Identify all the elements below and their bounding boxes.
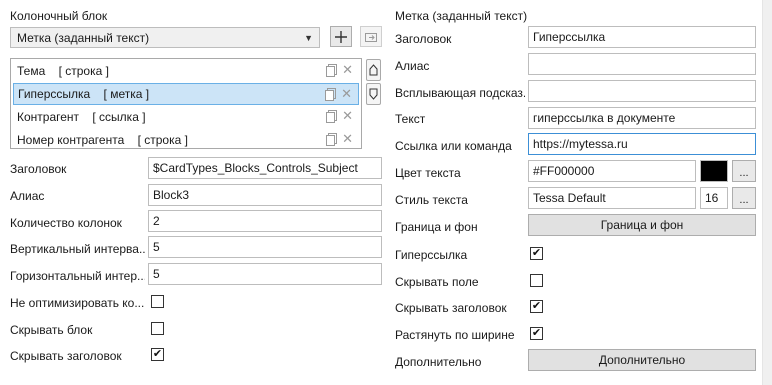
- ellipsis-icon: ...: [739, 167, 749, 179]
- list-item[interactable]: Тема [ строка ] ✕: [13, 60, 359, 82]
- alias-field[interactable]: Block3: [148, 184, 382, 206]
- color-picker-button[interactable]: ...: [732, 160, 756, 182]
- list-item[interactable]: Номер контрагента [ строка ] ✕: [13, 129, 359, 151]
- stretch-label: Растянуть по ширине: [395, 328, 515, 342]
- extra-label: Дополнительно: [395, 355, 482, 369]
- columns-label: Количество колонок: [10, 216, 122, 230]
- style-picker-button[interactable]: ...: [732, 187, 756, 209]
- hyperlink-checkbox[interactable]: ✔: [530, 247, 543, 260]
- move-up-button[interactable]: [366, 59, 381, 81]
- vspacing-field[interactable]: 5: [148, 236, 382, 258]
- list-item-label: Контрагент [ ссылка ]: [17, 110, 146, 124]
- color-field[interactable]: #FF000000: [528, 160, 696, 182]
- list-item-selected[interactable]: Гиперссылка [ метка ] ✕: [13, 83, 359, 105]
- extra-button[interactable]: Дополнительно: [528, 349, 756, 371]
- left-section-title: Колоночный блок: [10, 9, 108, 23]
- tooltip-field[interactable]: [528, 80, 756, 102]
- nooptimize-checkbox[interactable]: [151, 295, 164, 308]
- font-size-field[interactable]: 16: [700, 187, 728, 209]
- text-field[interactable]: гиперссылка в документе: [528, 107, 756, 129]
- hidefield-checkbox[interactable]: [530, 274, 543, 287]
- close-icon[interactable]: ✕: [342, 109, 353, 122]
- style-field[interactable]: Tessa Default: [528, 187, 696, 209]
- checkmark-icon: ✔: [531, 247, 542, 259]
- border-background-button[interactable]: Граница и фон: [528, 214, 756, 236]
- copy-icon[interactable]: [326, 110, 338, 123]
- close-icon[interactable]: ✕: [342, 132, 353, 145]
- color-label: Цвет текста: [395, 166, 461, 180]
- text-label: Текст: [395, 112, 426, 126]
- hideheader-label: Скрывать заголовок: [10, 349, 122, 363]
- close-icon[interactable]: ✕: [341, 87, 352, 100]
- alias-label-right: Алиас: [395, 59, 430, 73]
- nooptimize-label: Не оптимизировать ко...: [10, 296, 145, 310]
- hyperlink-label: Гиперссылка: [395, 248, 468, 262]
- border-label: Граница и фон: [395, 220, 478, 234]
- list-item-label: Тема [ строка ]: [17, 64, 109, 78]
- stretch-checkbox[interactable]: ✔: [530, 327, 543, 340]
- list-item[interactable]: Контрагент [ ссылка ] ✕: [13, 106, 359, 128]
- list-item-label: Гиперссылка [ метка ]: [18, 87, 150, 101]
- alias-field-right[interactable]: [528, 53, 756, 75]
- color-swatch[interactable]: [700, 160, 728, 182]
- import-button[interactable]: [360, 26, 382, 47]
- hideblock-label: Скрывать блок: [10, 323, 93, 337]
- copy-icon[interactable]: [325, 88, 337, 101]
- link-field[interactable]: https://mytessa.ru: [528, 133, 756, 155]
- ellipsis-icon: ...: [739, 194, 749, 206]
- tooltip-label: Всплывающая подсказ...: [395, 86, 525, 100]
- hideblock-checkbox[interactable]: [151, 322, 164, 335]
- plus-icon: [335, 30, 347, 43]
- import-icon: [365, 32, 377, 42]
- right-section-title: Метка (заданный текст): [395, 9, 528, 23]
- block-type-combo[interactable]: Метка (заданный текст) ▼: [10, 27, 320, 48]
- hideheader-checkbox-right[interactable]: ✔: [530, 300, 543, 313]
- title-field[interactable]: $CardTypes_Blocks_Controls_Subject: [148, 157, 382, 179]
- block-type-value: Метка (заданный текст): [17, 30, 150, 45]
- title-label: Заголовок: [10, 162, 67, 176]
- checkmark-icon: ✔: [531, 327, 542, 339]
- controls-list: Тема [ строка ] ✕ Гиперссылка [ метка ] …: [10, 58, 362, 149]
- checkmark-icon: ✔: [531, 300, 542, 312]
- link-label: Ссылка или команда: [395, 139, 512, 153]
- vspacing-label: Вертикальный интерва...: [10, 242, 145, 256]
- arrow-up-icon: [369, 64, 378, 76]
- hidefield-label: Скрывать поле: [395, 275, 479, 289]
- columns-field[interactable]: 2: [148, 210, 382, 232]
- vertical-scrollbar[interactable]: [762, 0, 772, 385]
- style-label: Стиль текста: [395, 193, 468, 207]
- add-button[interactable]: [330, 26, 352, 47]
- alias-label: Алиас: [10, 189, 45, 203]
- copy-icon[interactable]: [326, 64, 338, 77]
- hspacing-field[interactable]: 5: [148, 263, 382, 285]
- close-icon[interactable]: ✕: [342, 63, 353, 76]
- checkmark-icon: ✔: [152, 348, 163, 360]
- header-field[interactable]: Гиперссылка: [528, 26, 756, 48]
- chevron-down-icon: ▼: [304, 32, 313, 43]
- hspacing-label: Горизонтальный интер...: [10, 269, 145, 283]
- copy-icon[interactable]: [326, 133, 338, 146]
- arrow-down-icon: [369, 88, 378, 100]
- hideheader-checkbox[interactable]: ✔: [151, 348, 164, 361]
- hideheader-label-right: Скрывать заголовок: [395, 301, 507, 315]
- list-item-label: Номер контрагента [ строка ]: [17, 133, 188, 147]
- header-label: Заголовок: [395, 32, 452, 46]
- move-down-button[interactable]: [366, 83, 381, 105]
